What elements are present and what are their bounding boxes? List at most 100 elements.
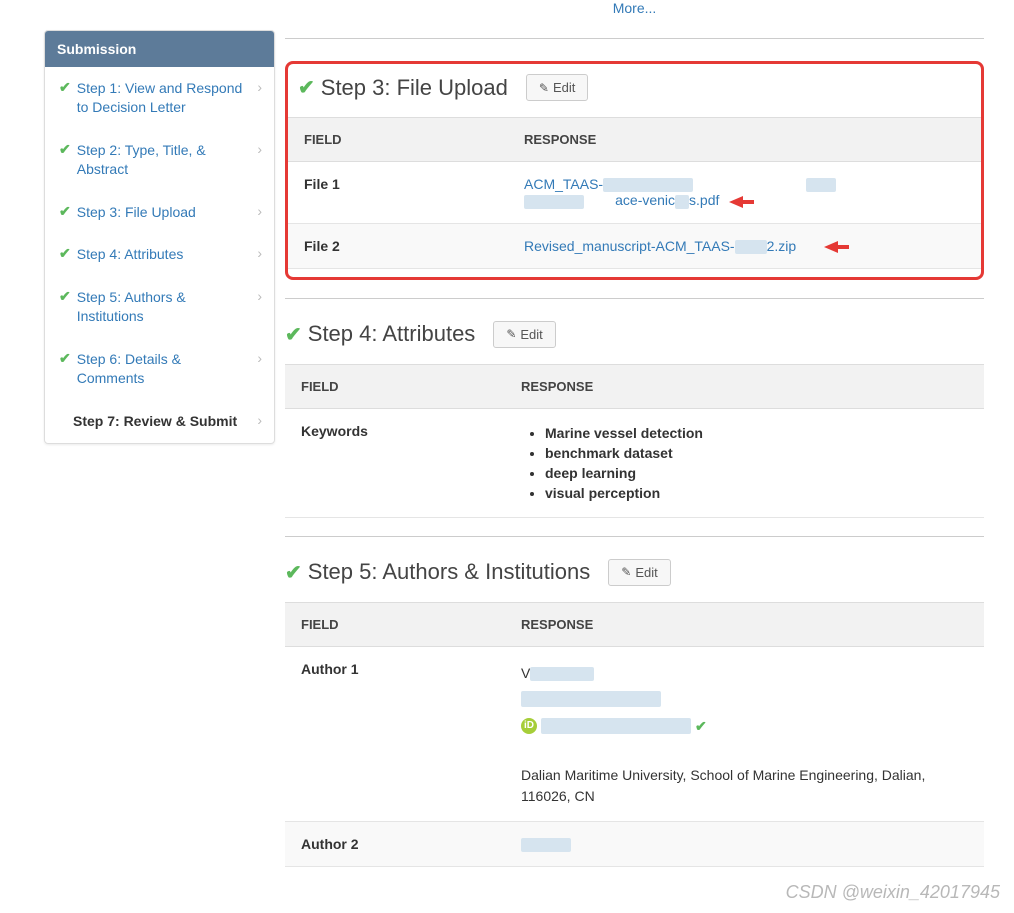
step3-title: Step 3: File Upload bbox=[321, 75, 508, 101]
step3-header: ✔ Step 3: File Upload ✎ Edit bbox=[288, 74, 981, 101]
divider bbox=[285, 536, 984, 537]
step3-table: FIELD RESPONSE File 1 ACM_TAAS- ace-veni… bbox=[288, 117, 981, 269]
step3-highlight: ✔ Step 3: File Upload ✎ Edit FIELD RESPO… bbox=[285, 61, 984, 280]
response-cell: V iD ✔ Dalian Maritime University, Schoo… bbox=[505, 646, 984, 821]
chevron-right-icon: › bbox=[249, 141, 262, 157]
arrow-annotation-icon bbox=[824, 241, 838, 253]
sidebar-item-label: Step 6: Details & Comments bbox=[77, 350, 250, 388]
check-icon: ✔ bbox=[59, 288, 71, 305]
check-icon: ✔ bbox=[285, 560, 302, 585]
redacted bbox=[806, 178, 836, 192]
sidebar-item-step1[interactable]: ✔ Step 1: View and Respond to Decision L… bbox=[45, 67, 274, 129]
chevron-right-icon: › bbox=[249, 350, 262, 366]
keyword-item: deep learning bbox=[545, 463, 968, 483]
chevron-right-icon: › bbox=[249, 79, 262, 95]
sidebar-card: Submission ✔ Step 1: View and Respond to… bbox=[44, 30, 275, 444]
step4-table: FIELD RESPONSE Keywords Marine vessel de… bbox=[285, 364, 984, 518]
divider bbox=[285, 38, 984, 39]
main-content: More... ✔ Step 3: File Upload ✎ Edit FIE… bbox=[275, 0, 1014, 867]
check-icon: ✔ bbox=[59, 350, 71, 367]
field-cell: File 2 bbox=[288, 223, 508, 268]
col-response: RESPONSE bbox=[505, 364, 984, 408]
edit-step3-button[interactable]: ✎ Edit bbox=[526, 74, 588, 101]
orcid-row: iD ✔ bbox=[521, 714, 707, 739]
orcid-icon: iD bbox=[521, 718, 537, 734]
file1-prefix: ACM_TAAS- bbox=[524, 176, 603, 192]
file2-suffix: 2.zip bbox=[767, 238, 797, 254]
sidebar-item-step2[interactable]: ✔ Step 2: Type, Title, & Abstract › bbox=[45, 129, 274, 191]
keyword-item: visual perception bbox=[545, 483, 968, 503]
col-field: FIELD bbox=[285, 602, 505, 646]
col-field: FIELD bbox=[288, 118, 508, 162]
redacted bbox=[524, 195, 584, 209]
divider bbox=[285, 298, 984, 299]
sidebar-item-label: Step 1: View and Respond to Decision Let… bbox=[77, 79, 250, 117]
sidebar-item-step7[interactable]: Step 7: Review & Submit › bbox=[45, 400, 274, 443]
step4-title: Step 4: Attributes bbox=[308, 321, 476, 347]
sidebar-item-step6[interactable]: ✔ Step 6: Details & Comments › bbox=[45, 338, 274, 400]
sidebar-item-label: Step 7: Review & Submit bbox=[73, 412, 237, 431]
response-cell bbox=[505, 821, 984, 866]
chevron-right-icon: › bbox=[249, 203, 262, 219]
response-cell: Revised_manuscript-ACM_TAAS- 2.zip bbox=[508, 223, 981, 268]
keyword-item: benchmark dataset bbox=[545, 443, 968, 463]
step5-table: FIELD RESPONSE Author 1 V iD ✔ bbox=[285, 602, 984, 867]
response-cell: Marine vessel detection benchmark datase… bbox=[505, 408, 984, 517]
table-row: Keywords Marine vessel detection benchma… bbox=[285, 408, 984, 517]
field-cell: File 1 bbox=[288, 162, 508, 224]
file2-link[interactable]: Revised_manuscript-ACM_TAAS- 2.zip bbox=[524, 238, 796, 254]
redacted bbox=[603, 178, 693, 192]
redacted bbox=[541, 718, 691, 734]
edit-step5-button[interactable]: ✎ Edit bbox=[608, 559, 670, 586]
file2-prefix: Revised_manuscript-ACM_TAAS- bbox=[524, 238, 735, 254]
redacted bbox=[521, 838, 571, 852]
file1-mid: ace-venic bbox=[615, 192, 675, 208]
step5-header: ✔ Step 5: Authors & Institutions ✎ Edit bbox=[285, 559, 984, 586]
table-row: File 2 Revised_manuscript-ACM_TAAS- 2.zip bbox=[288, 223, 981, 268]
author1-affil: Dalian Maritime University, School of Ma… bbox=[521, 765, 968, 807]
more-link[interactable]: More... bbox=[285, 0, 984, 20]
sidebar-item-label: Step 4: Attributes bbox=[77, 245, 184, 264]
arrow-annotation-icon bbox=[729, 196, 743, 208]
pencil-icon: ✎ bbox=[621, 565, 631, 579]
sidebar-item-step5[interactable]: ✔ Step 5: Authors & Institutions › bbox=[45, 276, 274, 338]
redacted bbox=[735, 240, 767, 254]
table-row: Author 1 V iD ✔ Dalian Maritime Univers bbox=[285, 646, 984, 821]
response-cell: ACM_TAAS- ace-venic s.pdf bbox=[508, 162, 981, 224]
col-field: FIELD bbox=[285, 364, 505, 408]
edit-label: Edit bbox=[520, 327, 542, 342]
verified-check-icon: ✔ bbox=[695, 714, 707, 739]
redacted bbox=[530, 667, 594, 681]
sidebar-item-label: Step 3: File Upload bbox=[77, 203, 196, 222]
check-icon: ✔ bbox=[285, 322, 302, 347]
pencil-icon: ✎ bbox=[539, 81, 549, 95]
redacted bbox=[675, 195, 689, 209]
table-row: File 1 ACM_TAAS- ace-venic s.pdf bbox=[288, 162, 981, 224]
check-icon: ✔ bbox=[59, 245, 71, 262]
sidebar-item-step4[interactable]: ✔ Step 4: Attributes › bbox=[45, 233, 274, 276]
edit-step4-button[interactable]: ✎ Edit bbox=[493, 321, 555, 348]
chevron-right-icon: › bbox=[249, 245, 262, 261]
edit-label: Edit bbox=[553, 80, 575, 95]
file1-suffix: s.pdf bbox=[689, 192, 719, 208]
check-icon: ✔ bbox=[59, 79, 71, 96]
chevron-right-icon: › bbox=[249, 288, 262, 304]
keyword-item: Marine vessel detection bbox=[545, 423, 968, 443]
table-row: Author 2 bbox=[285, 821, 984, 866]
chevron-right-icon: › bbox=[249, 412, 262, 428]
field-cell: Author 2 bbox=[285, 821, 505, 866]
step5-title: Step 5: Authors & Institutions bbox=[308, 559, 591, 585]
watermark: CSDN @weixin_42017945 bbox=[786, 882, 1000, 903]
pencil-icon: ✎ bbox=[506, 327, 516, 341]
file1-link[interactable]: ACM_TAAS- ace-venic s.pdf bbox=[524, 176, 836, 208]
redacted bbox=[521, 691, 661, 707]
sidebar-item-step3[interactable]: ✔ Step 3: File Upload › bbox=[45, 191, 274, 234]
step4-header: ✔ Step 4: Attributes ✎ Edit bbox=[285, 321, 984, 348]
sidebar-item-label: Step 2: Type, Title, & Abstract bbox=[77, 141, 250, 179]
col-response: RESPONSE bbox=[508, 118, 981, 162]
keywords-list: Marine vessel detection benchmark datase… bbox=[521, 423, 968, 503]
sidebar: Submission ✔ Step 1: View and Respond to… bbox=[0, 0, 275, 867]
col-response: RESPONSE bbox=[505, 602, 984, 646]
edit-label: Edit bbox=[635, 565, 657, 580]
sidebar-item-label: Step 5: Authors & Institutions bbox=[77, 288, 250, 326]
